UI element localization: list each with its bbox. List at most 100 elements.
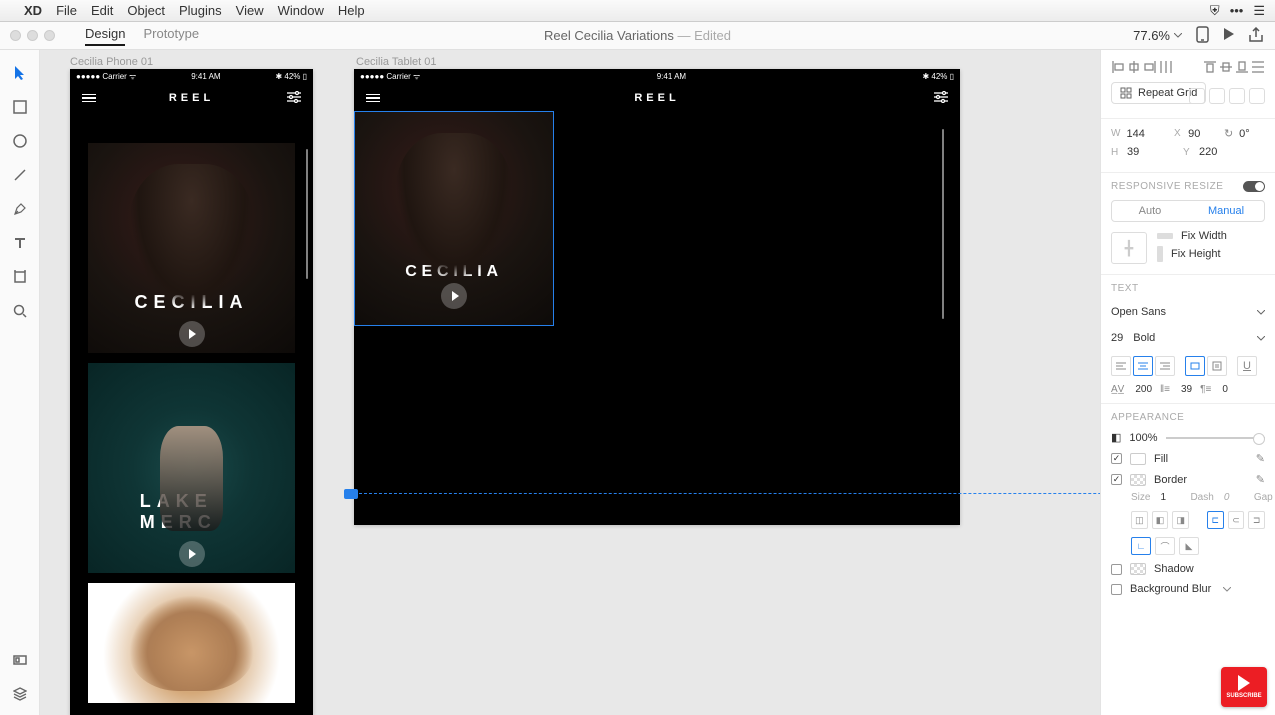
resize-auto-tab[interactable]: Auto xyxy=(1112,201,1188,221)
rotation-input[interactable]: 0° xyxy=(1239,128,1265,140)
rectangle-tool[interactable] xyxy=(11,98,29,116)
fix-width-icon[interactable] xyxy=(1157,233,1173,239)
menu-plugins[interactable]: Plugins xyxy=(179,3,222,18)
text-align-right-icon[interactable] xyxy=(1155,356,1175,376)
stroke-inner-icon[interactable]: ◫ xyxy=(1131,511,1148,529)
text-area-mode-icon[interactable] xyxy=(1207,356,1227,376)
artboard-tool[interactable] xyxy=(11,268,29,286)
align-left-icon[interactable] xyxy=(1111,58,1125,76)
fix-height-icon[interactable] xyxy=(1157,246,1163,262)
rotate-icon[interactable]: ↻ xyxy=(1224,127,1233,140)
stroke-outer-icon[interactable]: ◨ xyxy=(1172,511,1189,529)
align-vdist-icon[interactable] xyxy=(1251,58,1265,76)
align-dist-icon[interactable] xyxy=(1159,58,1173,76)
guide-handle[interactable] xyxy=(344,489,358,499)
shadow-checkbox[interactable] xyxy=(1111,564,1122,575)
cap-round-icon[interactable]: ⊂ xyxy=(1228,511,1245,529)
filter-icon[interactable] xyxy=(934,91,948,106)
zoom-tool[interactable] xyxy=(11,302,29,320)
boolean-exclude-icon[interactable] xyxy=(1249,88,1265,104)
boolean-subtract-icon[interactable] xyxy=(1209,88,1225,104)
shadow-swatch[interactable] xyxy=(1130,563,1146,575)
width-input[interactable]: 144 xyxy=(1126,128,1152,140)
video-card-hair[interactable] xyxy=(88,583,295,703)
tab-prototype[interactable]: Prototype xyxy=(143,26,199,46)
font-size-input[interactable]: 29 xyxy=(1111,332,1123,344)
text-point-mode-icon[interactable] xyxy=(1185,356,1205,376)
border-swatch[interactable] xyxy=(1130,474,1146,486)
align-vcenter-icon[interactable] xyxy=(1219,58,1233,76)
font-family-dropdown[interactable]: Open Sans xyxy=(1111,302,1265,322)
device-preview-icon[interactable] xyxy=(1196,26,1209,46)
video-card-lake[interactable]: LAKE MERC xyxy=(88,363,295,573)
hamburger-icon[interactable] xyxy=(366,94,380,103)
align-hcenter-icon[interactable] xyxy=(1127,58,1141,76)
border-size-input[interactable] xyxy=(1160,492,1180,503)
ellipse-tool[interactable] xyxy=(11,132,29,150)
join-round-icon[interactable]: ⌒ xyxy=(1155,537,1175,555)
responsive-toggle[interactable] xyxy=(1243,181,1265,192)
blur-checkbox[interactable] xyxy=(1111,584,1122,595)
eyedropper-icon[interactable]: ✎ xyxy=(1256,473,1265,486)
y-input[interactable]: 220 xyxy=(1199,146,1231,158)
play-button-icon[interactable] xyxy=(179,321,205,347)
eyedropper-icon[interactable]: ✎ xyxy=(1256,452,1265,465)
window-controls[interactable] xyxy=(0,30,65,41)
menu-window[interactable]: Window xyxy=(278,3,324,18)
resize-anchor-widget[interactable]: ╋ xyxy=(1111,232,1147,264)
more-icon[interactable]: ••• xyxy=(1230,3,1244,19)
artboard-label-phone[interactable]: Cecilia Phone 01 xyxy=(70,56,153,68)
shield-icon[interactable]: ⛨ xyxy=(1210,3,1220,19)
boolean-add-icon[interactable] xyxy=(1189,88,1205,104)
fill-checkbox[interactable] xyxy=(1111,453,1122,464)
layers-icon[interactable] xyxy=(11,685,29,703)
font-weight-dropdown[interactable]: Bold xyxy=(1133,328,1265,348)
boolean-intersect-icon[interactable] xyxy=(1229,88,1245,104)
artboard-label-tablet[interactable]: Cecilia Tablet 01 xyxy=(356,56,437,68)
leading-input[interactable]: 39 xyxy=(1181,384,1192,395)
design-canvas[interactable]: Cecilia Phone 01 ●●●●● Carrier ᯤ 9:41 AM… xyxy=(40,50,1100,715)
join-bevel-icon[interactable]: ◣ xyxy=(1179,537,1199,555)
opacity-input[interactable]: 100% xyxy=(1129,432,1157,444)
stroke-center-icon[interactable]: ◧ xyxy=(1152,511,1169,529)
cap-butt-icon[interactable]: ⊏ xyxy=(1207,511,1224,529)
line-tool[interactable] xyxy=(11,166,29,184)
opacity-slider[interactable] xyxy=(1166,437,1265,439)
resize-manual-tab[interactable]: Manual xyxy=(1188,201,1264,221)
youtube-subscribe-badge[interactable]: SUBSCRIBE xyxy=(1221,667,1267,707)
select-tool[interactable] xyxy=(11,64,29,82)
share-icon[interactable] xyxy=(1249,27,1263,45)
menu-file[interactable]: File xyxy=(56,3,77,18)
play-button-icon[interactable] xyxy=(441,283,467,309)
tracking-input[interactable]: 200 xyxy=(1135,384,1152,395)
text-align-center-icon[interactable] xyxy=(1133,356,1153,376)
pen-tool[interactable] xyxy=(11,200,29,218)
app-name[interactable]: XD xyxy=(24,3,42,18)
zoom-dropdown[interactable]: 77.6% xyxy=(1133,28,1182,43)
align-top-icon[interactable] xyxy=(1203,58,1217,76)
menu-edit[interactable]: Edit xyxy=(91,3,113,18)
assets-icon[interactable] xyxy=(11,651,29,669)
cap-square-icon[interactable]: ⊐ xyxy=(1248,511,1265,529)
tab-design[interactable]: Design xyxy=(85,26,125,46)
menu-help[interactable]: Help xyxy=(338,3,365,18)
menu-view[interactable]: View xyxy=(236,3,264,18)
border-dash-input[interactable] xyxy=(1224,492,1244,503)
selected-layer-cecilia[interactable]: CECILIA xyxy=(354,111,554,326)
list-icon[interactable]: ☰ xyxy=(1253,3,1265,19)
height-input[interactable]: 39 xyxy=(1127,146,1159,158)
border-checkbox[interactable] xyxy=(1111,474,1122,485)
video-card-cecilia[interactable]: CECILIA xyxy=(88,143,295,353)
artboard-tablet[interactable]: ●●●●● Carrier ᯤ 9:41 AM ✱ 42% ▯ REEL CEC… xyxy=(354,69,960,525)
play-icon[interactable] xyxy=(1223,27,1235,44)
text-align-left-icon[interactable] xyxy=(1111,356,1131,376)
x-input[interactable]: 90 xyxy=(1188,128,1214,140)
para-spacing-input[interactable]: 0 xyxy=(1222,384,1228,395)
artboard-phone[interactable]: ●●●●● Carrier ᯤ 9:41 AM ✱ 42% ▯ REEL CEC… xyxy=(70,69,313,715)
filter-icon[interactable] xyxy=(287,91,301,106)
align-bottom-icon[interactable] xyxy=(1235,58,1249,76)
fill-swatch[interactable] xyxy=(1130,453,1146,465)
align-right-icon[interactable] xyxy=(1143,58,1157,76)
underline-icon[interactable]: U xyxy=(1237,356,1257,376)
hamburger-icon[interactable] xyxy=(82,94,96,103)
